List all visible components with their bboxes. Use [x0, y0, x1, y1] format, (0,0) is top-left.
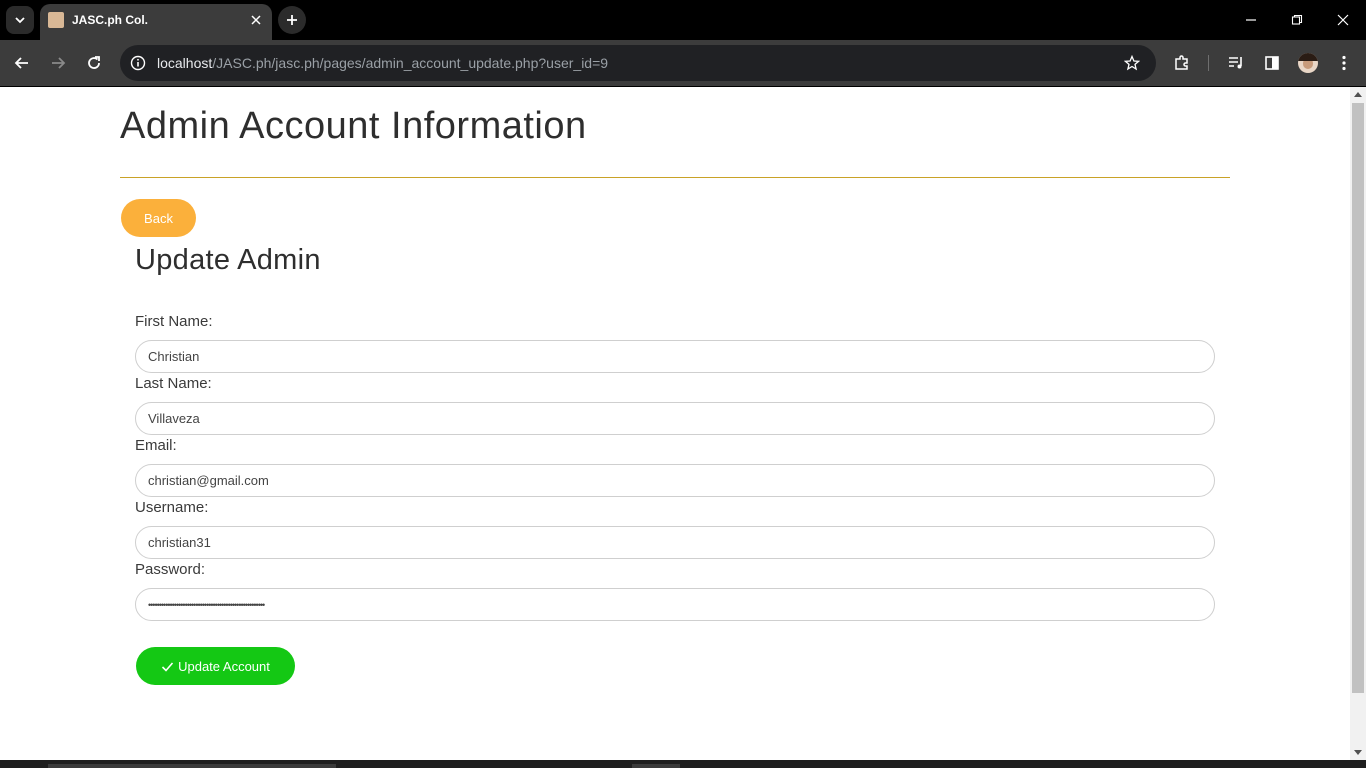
title-divider	[120, 177, 1230, 178]
close-window-icon	[1337, 14, 1349, 26]
forward-icon	[52, 57, 66, 69]
update-account-label: Update Account	[178, 658, 270, 674]
media-icon	[1229, 57, 1242, 69]
media-button[interactable]	[1222, 49, 1250, 77]
username-label: Username:	[135, 499, 209, 516]
chevron-down-icon	[15, 17, 25, 24]
scroll-up-icon[interactable]	[1354, 92, 1362, 97]
email-label: Email:	[135, 437, 177, 454]
back-nav-button[interactable]	[8, 49, 36, 77]
scroll-thumb[interactable]	[1352, 103, 1364, 693]
url-path: /JASC.ph/jasc.ph/pages/admin_account_upd…	[212, 55, 609, 71]
close-window-button[interactable]	[1320, 0, 1366, 40]
url-host: localhost	[157, 55, 213, 71]
menu-button[interactable]	[1330, 49, 1358, 77]
username-field[interactable]	[135, 526, 1215, 559]
browser-toolbar: localhost/JASC.ph/jasc.ph/pages/admin_ac…	[0, 40, 1366, 86]
password-label: Password:	[135, 561, 206, 578]
page-viewport: Admin Account Information Back Update Ad…	[0, 87, 1366, 760]
restore-button[interactable]	[1274, 0, 1320, 40]
favicon-icon	[48, 12, 64, 28]
menu-icon	[1342, 55, 1346, 71]
tab-title: JASC.ph Col.	[72, 13, 149, 27]
update-account-button[interactable]: Update Account	[136, 647, 295, 685]
section-title: Update Admin	[135, 244, 321, 276]
plus-icon	[287, 15, 297, 25]
scroll-down-icon[interactable]	[1354, 750, 1362, 755]
email-field[interactable]	[135, 464, 1215, 497]
check-icon	[162, 661, 174, 672]
toolbar-separator	[1208, 55, 1209, 71]
last-name-field[interactable]	[135, 402, 1215, 435]
reload-button[interactable]	[80, 49, 108, 77]
first-name-label: First Name:	[135, 313, 213, 330]
extensions-button[interactable]	[1168, 49, 1196, 77]
info-icon[interactable]	[128, 53, 148, 73]
address-bar[interactable]: localhost/JASC.ph/jasc.ph/pages/admin_ac…	[120, 45, 1156, 81]
side-panel-icon	[1265, 56, 1279, 70]
password-field[interactable]	[135, 588, 1215, 621]
tab-search-button[interactable]	[6, 6, 34, 34]
url-text: localhost/JASC.ph/jasc.ph/pages/admin_ac…	[157, 55, 608, 71]
side-panel-button[interactable]	[1258, 49, 1286, 77]
extensions-icon	[1175, 55, 1188, 70]
forward-nav-button[interactable]	[44, 49, 72, 77]
tab-strip: JASC.ph Col.	[0, 0, 1366, 40]
last-name-label: Last Name:	[135, 375, 212, 392]
page-title: Admin Account Information	[120, 105, 587, 147]
star-icon[interactable]	[1122, 53, 1142, 73]
page-scrollbar[interactable]	[1350, 87, 1366, 760]
close-icon[interactable]	[248, 12, 264, 28]
browser-tab[interactable]: JASC.ph Col.	[40, 4, 272, 40]
back-button[interactable]: Back	[121, 199, 196, 237]
minimize-icon	[1246, 19, 1256, 21]
minimize-button[interactable]	[1228, 0, 1274, 40]
reload-icon	[88, 56, 100, 69]
first-name-field[interactable]	[135, 340, 1215, 373]
back-icon	[14, 57, 28, 69]
restore-icon	[1291, 14, 1303, 25]
taskbar-strip	[0, 760, 1366, 768]
new-tab-button[interactable]	[278, 6, 306, 34]
avatar[interactable]	[1298, 53, 1318, 73]
